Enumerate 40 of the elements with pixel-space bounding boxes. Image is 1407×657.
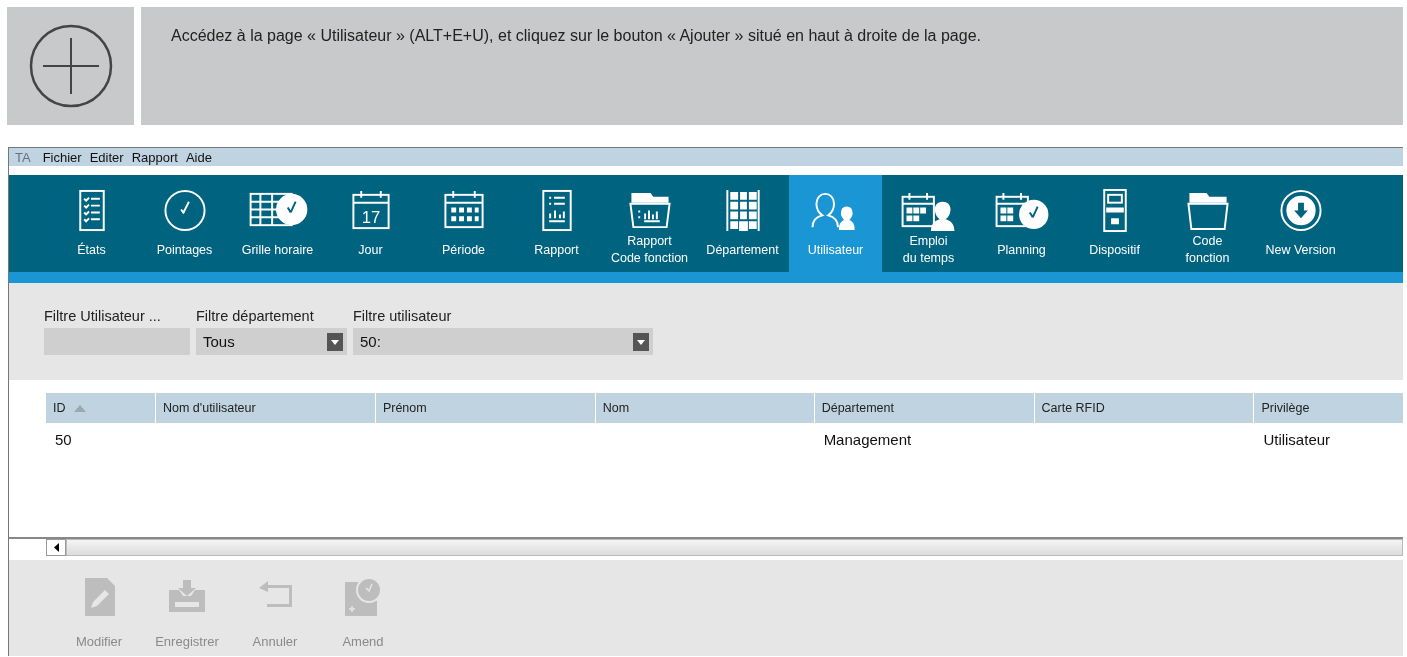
column-header[interactable]: Nom d'utilisateur (156, 393, 375, 423)
app-label: TA (15, 149, 31, 165)
toolbar-tab[interactable]: 17 Jour (324, 175, 417, 272)
table-cell: Management (823, 431, 912, 448)
toolbar-tab[interactable]: Rapport (510, 175, 603, 272)
table-cell: Utilisateur (1263, 431, 1331, 448)
toolbar-tab[interactable]: Grille horaire (231, 175, 324, 272)
scroll-left-button[interactable] (46, 539, 66, 556)
plus-circle-icon (27, 23, 114, 109)
menu-item[interactable]: Fichier (42, 149, 82, 165)
toolbar-tab[interactable]: États (45, 175, 138, 272)
filter-label: Filtre département (196, 308, 315, 324)
left-arrow-icon (53, 543, 59, 552)
toolbar-tab[interactable]: New Version (1254, 175, 1347, 272)
toolbar-tab[interactable]: Dispositif (1068, 175, 1161, 272)
toolbar-tab[interactable]: Département (696, 175, 789, 272)
menu-item[interactable]: Editer (89, 149, 124, 165)
toolbar-tab[interactable]: Rapport Code fonction (603, 175, 696, 272)
toolbar-tab[interactable]: Emploi du temps (882, 175, 975, 272)
instruction-text: Accédez à la page « Utilisateur » (ALT+E+U), et cliquez sur le bouton « Ajouter » situé en haut à droite de la page. (171, 27, 981, 44)
menu-item[interactable]: Rapport (131, 149, 178, 165)
column-header[interactable]: Carte RFID (1034, 393, 1254, 423)
toolbar-tab[interactable]: Code fonction (1161, 175, 1254, 272)
menu-item[interactable]: Aide (185, 149, 212, 165)
table-cell: 50 (55, 431, 72, 448)
column-header[interactable]: Prénom (375, 393, 595, 423)
calendar-day-number: 17 (361, 208, 380, 228)
column-header[interactable]: Privilège (1254, 393, 1404, 423)
toolbar-tab[interactable]: Planning (975, 175, 1068, 272)
column-header[interactable]: ID (46, 393, 155, 423)
toolbar-tab[interactable]: Pointages (138, 175, 231, 272)
horizontal-scrollbar[interactable] (66, 539, 1403, 556)
filter-dropdown[interactable]: 50: (353, 328, 653, 355)
filter-label: Filtre Utilisateur ... (44, 308, 162, 324)
column-header[interactable]: Nom (595, 393, 814, 423)
toolbar-tab[interactable]: Période (417, 175, 510, 272)
column-header[interactable]: Département (814, 393, 1034, 423)
filter-dropdown[interactable]: Tous (196, 328, 347, 355)
filter-label: Filtre utilisateur (353, 308, 453, 324)
sort-ascending-icon (73, 404, 86, 412)
